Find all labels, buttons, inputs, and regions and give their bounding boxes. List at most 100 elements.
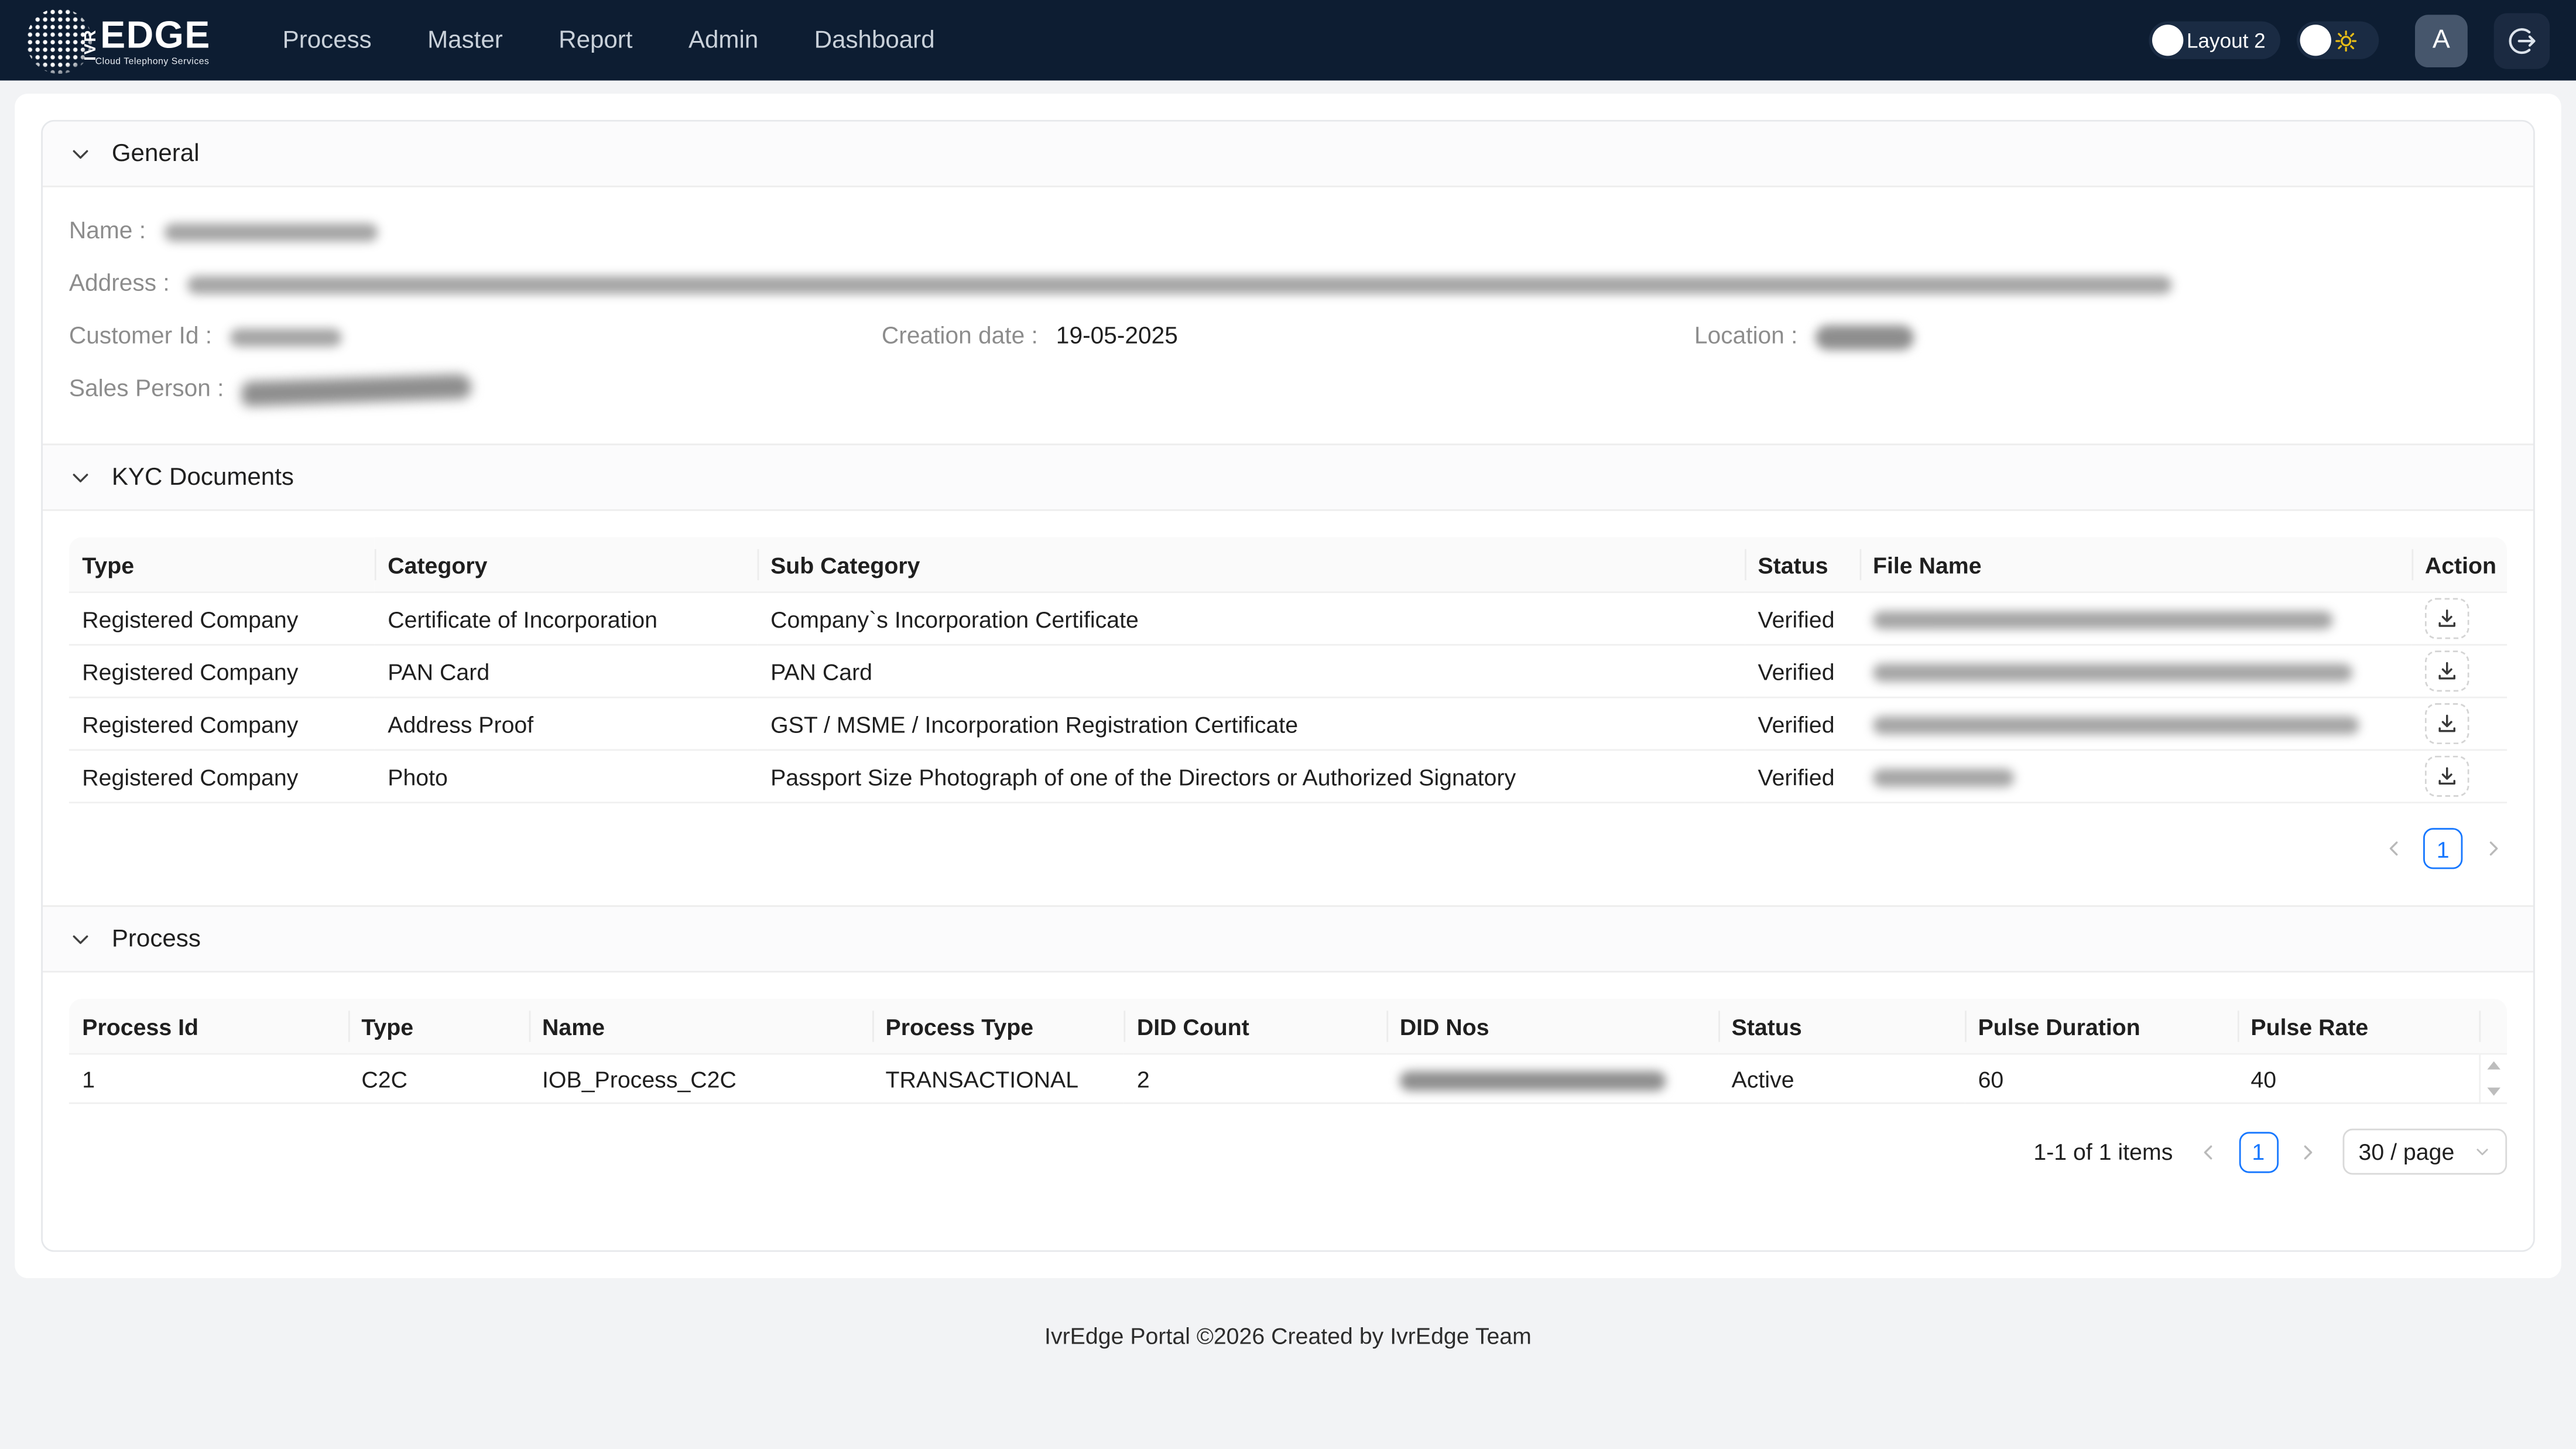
cell-action bbox=[2411, 751, 2507, 803]
navbar-right: Layout 2 A bbox=[2149, 12, 2550, 68]
redacted-file-name bbox=[1873, 717, 2359, 735]
nav-item-process[interactable]: Process bbox=[283, 26, 372, 54]
process-header-row: Process Id Type Name Process Type DID Co… bbox=[69, 999, 2507, 1054]
navbar: IVR EDGE Cloud Telephony Services Proces… bbox=[0, 0, 2576, 80]
cell-process-id: 1 bbox=[69, 1055, 348, 1104]
cell-category: Photo bbox=[375, 751, 758, 803]
chevron-left-icon bbox=[2385, 840, 2403, 858]
nav-item-report[interactable]: Report bbox=[559, 26, 632, 54]
brand-ivr-text: IVR bbox=[82, 17, 100, 60]
page-button-1[interactable]: 1 bbox=[2423, 828, 2462, 869]
cell-action bbox=[2411, 646, 2507, 698]
cell-sub-category: Company`s Incorporation Certificate bbox=[758, 593, 1745, 646]
table-row: 1 C2C IOB_Process_C2C TRANSACTIONAL 2 Ac… bbox=[69, 1055, 2507, 1104]
page-footer: IvrEdge Portal ©2026 Created by IvrEdge … bbox=[0, 1278, 2576, 1393]
download-button[interactable] bbox=[2425, 703, 2469, 744]
cell-type: Registered Company bbox=[69, 646, 375, 698]
logout-button[interactable] bbox=[2494, 12, 2550, 68]
chevron-right-icon bbox=[2298, 1143, 2317, 1161]
kyc-header-row: Type Category Sub Category Status File N… bbox=[69, 537, 2507, 593]
page-size-select[interactable]: 30 / page bbox=[2342, 1129, 2507, 1175]
switch-knob bbox=[2300, 25, 2331, 56]
cell-status: Active bbox=[1718, 1055, 1965, 1104]
cell-type: Registered Company bbox=[69, 751, 375, 803]
redacted-file-name bbox=[1873, 769, 2014, 787]
next-page-button[interactable] bbox=[2478, 829, 2508, 868]
kyc-table-area: Type Category Sub Category Status File N… bbox=[43, 511, 2533, 905]
page: IVR EDGE Cloud Telephony Services Proces… bbox=[0, 0, 2576, 1449]
section-header-process[interactable]: Process bbox=[43, 905, 2533, 972]
cell-type: C2C bbox=[348, 1055, 529, 1104]
footer-text: IvrEdge Portal ©2026 Created by IvrEdge … bbox=[1044, 1323, 1532, 1349]
field-sales-person: Sales Person : bbox=[69, 373, 2507, 407]
cell-pulse-rate: 40 bbox=[2238, 1055, 2479, 1104]
cell-sub-category: Passport Size Photograph of one of the D… bbox=[758, 751, 1745, 803]
brand-tagline: Cloud Telephony Services bbox=[95, 57, 210, 67]
section-title-kyc: KYC Documents bbox=[112, 463, 294, 491]
chevron-down-icon bbox=[71, 929, 91, 949]
nav-item-dashboard[interactable]: Dashboard bbox=[814, 26, 935, 54]
cell-status: Verified bbox=[1745, 646, 1859, 698]
process-pagination: 1-1 of 1 items 1 30 / page bbox=[69, 1129, 2507, 1175]
redacted-value bbox=[1815, 325, 1914, 350]
download-button[interactable] bbox=[2425, 598, 2469, 639]
cell-file-name bbox=[1860, 698, 2412, 751]
redacted-file-name bbox=[1873, 612, 2333, 630]
table-row: Registered Company PAN Card PAN Card Ver… bbox=[69, 646, 2507, 698]
cell-file-name bbox=[1860, 646, 2412, 698]
kyc-pagination: 1 bbox=[69, 828, 2507, 869]
cell-status: Verified bbox=[1745, 593, 1859, 646]
prev-page-button[interactable] bbox=[2194, 1132, 2224, 1171]
field-location: Location : bbox=[1694, 320, 2507, 355]
download-icon bbox=[2436, 713, 2457, 734]
redacted-value bbox=[242, 374, 472, 406]
content-card: General Name : Address : bbox=[15, 94, 2561, 1278]
download-icon bbox=[2436, 608, 2457, 629]
section-title-process: Process bbox=[112, 925, 201, 953]
cell-pulse-duration: 60 bbox=[1965, 1055, 2238, 1104]
theme-switch[interactable] bbox=[2297, 21, 2379, 59]
pagination-total: 1-1 of 1 items bbox=[2033, 1139, 2173, 1165]
cell-file-name bbox=[1860, 751, 2412, 803]
scroll-up-icon bbox=[2487, 1061, 2500, 1070]
cell-action bbox=[2411, 593, 2507, 646]
nav-item-admin[interactable]: Admin bbox=[688, 26, 758, 54]
redacted-value bbox=[188, 276, 2173, 294]
cell-sub-category: PAN Card bbox=[758, 646, 1745, 698]
cell-action bbox=[2411, 698, 2507, 751]
nav-item-master[interactable]: Master bbox=[427, 26, 503, 54]
section-header-general[interactable]: General bbox=[43, 122, 2533, 187]
table-row: Registered Company Certificate of Incorp… bbox=[69, 593, 2507, 646]
layout-switch[interactable]: Layout 2 bbox=[2149, 21, 2280, 59]
col-sub-category: Sub Category bbox=[758, 537, 1745, 593]
col-status: Status bbox=[1718, 999, 1965, 1054]
avatar[interactable]: A bbox=[2415, 14, 2468, 67]
download-icon bbox=[2436, 766, 2457, 787]
col-did-nos: DID Nos bbox=[1386, 999, 1718, 1054]
panel-general: General Name : Address : bbox=[43, 122, 2533, 444]
table-scrollbar[interactable] bbox=[2479, 1055, 2507, 1104]
main-content: General Name : Address : bbox=[0, 94, 2576, 1393]
col-type: Type bbox=[348, 999, 529, 1054]
chevron-down-icon bbox=[71, 144, 91, 164]
next-page-button[interactable] bbox=[2293, 1132, 2322, 1171]
chevron-down-icon bbox=[2474, 1143, 2491, 1160]
cell-category: PAN Card bbox=[375, 646, 758, 698]
download-button[interactable] bbox=[2425, 756, 2469, 797]
col-name: Name bbox=[529, 999, 872, 1054]
field-row-3col: Customer Id : Creation date : 19-05-2025… bbox=[69, 320, 2507, 355]
cell-category: Address Proof bbox=[375, 698, 758, 751]
page-button-1[interactable]: 1 bbox=[2239, 1131, 2278, 1172]
table-row: Registered Company Photo Passport Size P… bbox=[69, 751, 2507, 803]
logout-icon bbox=[2505, 24, 2538, 57]
section-header-kyc[interactable]: KYC Documents bbox=[43, 444, 2533, 511]
field-label: Name : bbox=[69, 218, 146, 245]
cell-did-count: 2 bbox=[1123, 1055, 1386, 1104]
col-action: Action bbox=[2411, 537, 2507, 593]
download-button[interactable] bbox=[2425, 650, 2469, 691]
download-icon bbox=[2436, 660, 2457, 681]
prev-page-button[interactable] bbox=[2379, 829, 2409, 868]
col-pulse-duration: Pulse Duration bbox=[1965, 999, 2238, 1054]
brand-logo[interactable]: IVR EDGE Cloud Telephony Services bbox=[26, 2, 227, 78]
collapse-container: General Name : Address : bbox=[41, 120, 2535, 1252]
